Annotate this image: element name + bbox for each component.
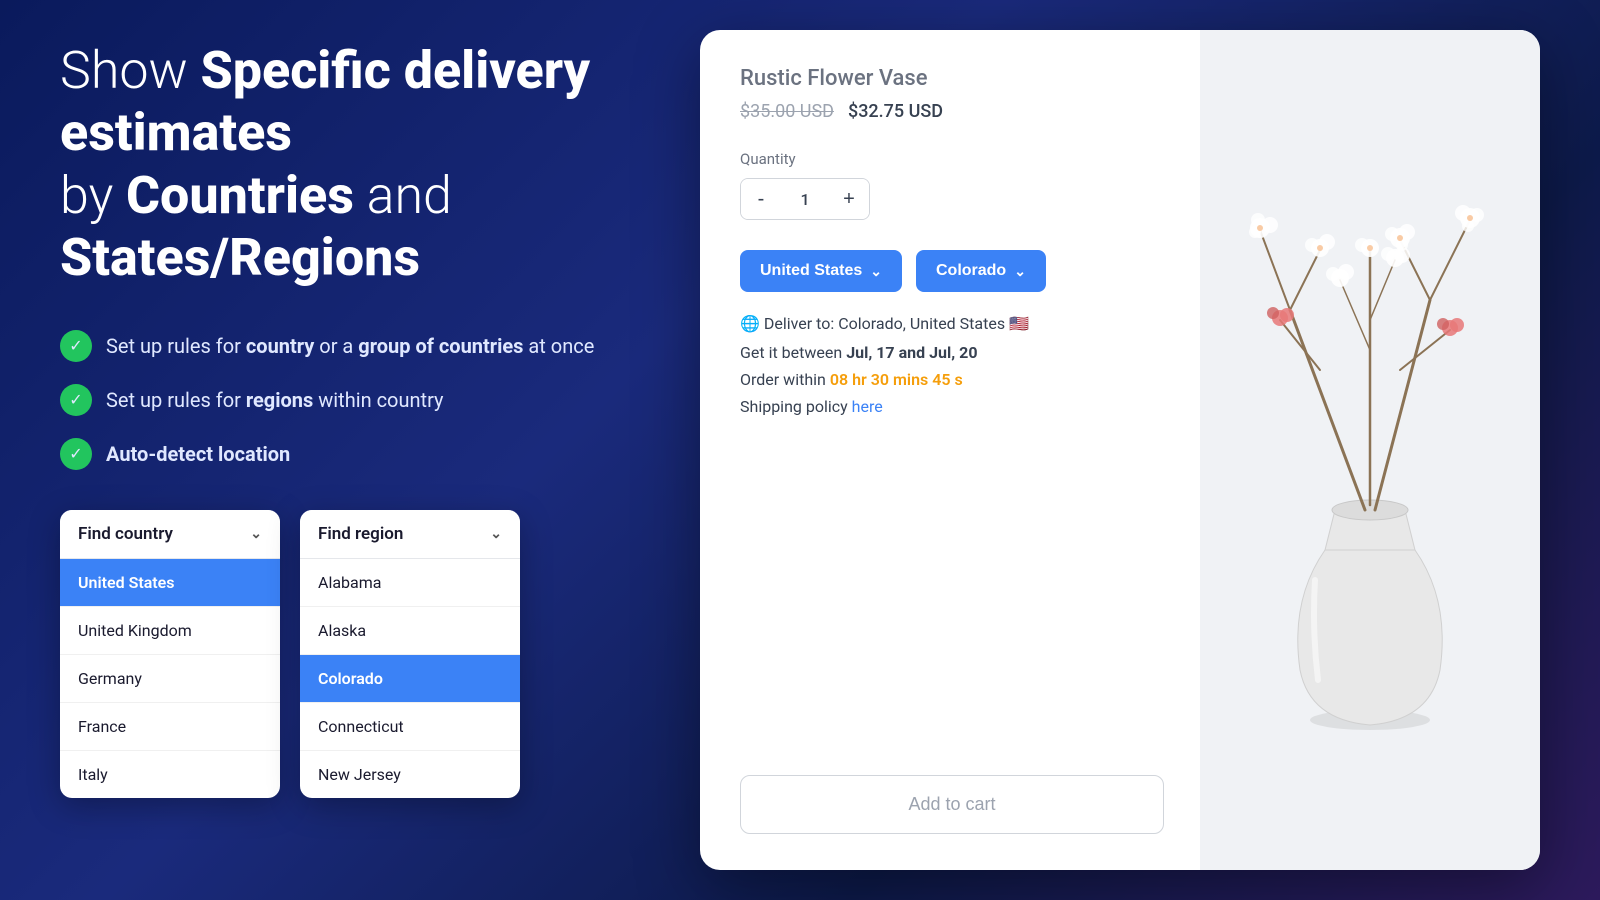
region-dropdown-panel: Find region ⌄ Alabama Alaska Colorado Co… bbox=[300, 510, 520, 798]
region-item-ct[interactable]: Connecticut bbox=[300, 703, 520, 751]
region-chevron-icon: ⌄ bbox=[490, 526, 502, 542]
feature-autodetect: ✓ Auto-detect location bbox=[60, 438, 620, 470]
shipping-policy-label: Shipping policy bbox=[740, 397, 852, 416]
headline-line2-by: by bbox=[60, 165, 126, 226]
location-selects: United States ⌄ Colorado ⌄ bbox=[740, 250, 1164, 292]
headline: Show Specific delivery estimates by Coun… bbox=[60, 40, 620, 290]
delivery-info: 🌐 Deliver to: Colorado, United States 🇺🇸… bbox=[740, 314, 1164, 416]
features-list: ✓ Set up rules for country or a group of… bbox=[60, 330, 620, 470]
quantity-value: 1 bbox=[781, 190, 829, 209]
headline-line2-countries: Countries bbox=[126, 165, 354, 226]
region-select-chevron-icon: ⌄ bbox=[1014, 263, 1026, 280]
shipping-policy-link[interactable]: here bbox=[852, 397, 883, 416]
deliver-to: 🌐 Deliver to: Colorado, United States 🇺🇸 bbox=[740, 314, 1164, 333]
product-title: Rustic Flower Vase bbox=[740, 66, 1164, 91]
region-item-co[interactable]: Colorado bbox=[300, 655, 520, 703]
country-item-it[interactable]: Italy bbox=[60, 751, 280, 798]
country-item-fr[interactable]: France bbox=[60, 703, 280, 751]
feature-country: ✓ Set up rules for country or a group of… bbox=[60, 330, 620, 362]
feature-regions-text: Set up rules for regions within country bbox=[106, 388, 443, 412]
country-select-chevron-icon: ⌄ bbox=[870, 263, 882, 280]
country-item-de[interactable]: Germany bbox=[60, 655, 280, 703]
quantity-plus-button[interactable]: + bbox=[829, 179, 869, 219]
country-dropdown-panel: Find country ⌄ United States United King… bbox=[60, 510, 280, 798]
feature-regions: ✓ Set up rules for regions within countr… bbox=[60, 384, 620, 416]
price-sale: $32.75 USD bbox=[848, 101, 943, 122]
check-icon-2: ✓ bbox=[60, 384, 92, 416]
headline-line2-and: and bbox=[354, 165, 452, 226]
check-icon-1: ✓ bbox=[60, 330, 92, 362]
product-image bbox=[1200, 30, 1540, 870]
vase-illustration bbox=[1230, 150, 1510, 750]
region-dropdown-header[interactable]: Find region ⌄ bbox=[300, 510, 520, 559]
get-it-dates-bold: Jul, 17 and Jul, 20 bbox=[846, 343, 977, 362]
country-item-uk[interactable]: United Kingdom bbox=[60, 607, 280, 655]
headline-line2-states: States/Regions bbox=[60, 227, 420, 288]
left-section: Show Specific delivery estimates by Coun… bbox=[60, 40, 620, 798]
country-dropdown-label: Find country bbox=[78, 524, 173, 544]
get-it-dates: Get it between Jul, 17 and Jul, 20 bbox=[740, 343, 1164, 362]
feature-autodetect-text: Auto-detect location bbox=[106, 442, 290, 466]
region-item-al[interactable]: Alabama bbox=[300, 559, 520, 607]
product-info: Rustic Flower Vase $35.00 USD $32.75 USD… bbox=[700, 30, 1200, 870]
region-select-label: Colorado bbox=[936, 262, 1006, 280]
feature-country-text: Set up rules for country or a group of c… bbox=[106, 334, 594, 358]
country-select-button[interactable]: United States ⌄ bbox=[740, 250, 902, 292]
quantity-label: Quantity bbox=[740, 150, 1164, 168]
price-original: $35.00 USD bbox=[740, 101, 834, 122]
order-within: Order within 08 hr 30 mins 45 s bbox=[740, 370, 1164, 389]
price-row: $35.00 USD $32.75 USD bbox=[740, 101, 1164, 122]
countdown-timer: 08 hr 30 mins 45 s bbox=[830, 370, 963, 389]
shipping-policy: Shipping policy here bbox=[740, 397, 1164, 416]
country-item-us[interactable]: United States bbox=[60, 559, 280, 607]
region-dropdown-label: Find region bbox=[318, 524, 403, 544]
quantity-minus-button[interactable]: - bbox=[741, 179, 781, 219]
headline-line1-normal: Show bbox=[60, 40, 200, 101]
product-card: Rustic Flower Vase $35.00 USD $32.75 USD… bbox=[700, 30, 1540, 870]
region-select-button[interactable]: Colorado ⌄ bbox=[916, 250, 1046, 292]
check-icon-3: ✓ bbox=[60, 438, 92, 470]
country-chevron-icon: ⌄ bbox=[250, 526, 262, 542]
country-dropdown-header[interactable]: Find country ⌄ bbox=[60, 510, 280, 559]
quantity-control: - 1 + bbox=[740, 178, 870, 220]
region-item-nj[interactable]: New Jersey bbox=[300, 751, 520, 798]
region-item-ak[interactable]: Alaska bbox=[300, 607, 520, 655]
dropdowns-row: Find country ⌄ United States United King… bbox=[60, 510, 620, 798]
country-select-label: United States bbox=[760, 262, 862, 280]
add-to-cart-button[interactable]: Add to cart bbox=[740, 775, 1164, 834]
